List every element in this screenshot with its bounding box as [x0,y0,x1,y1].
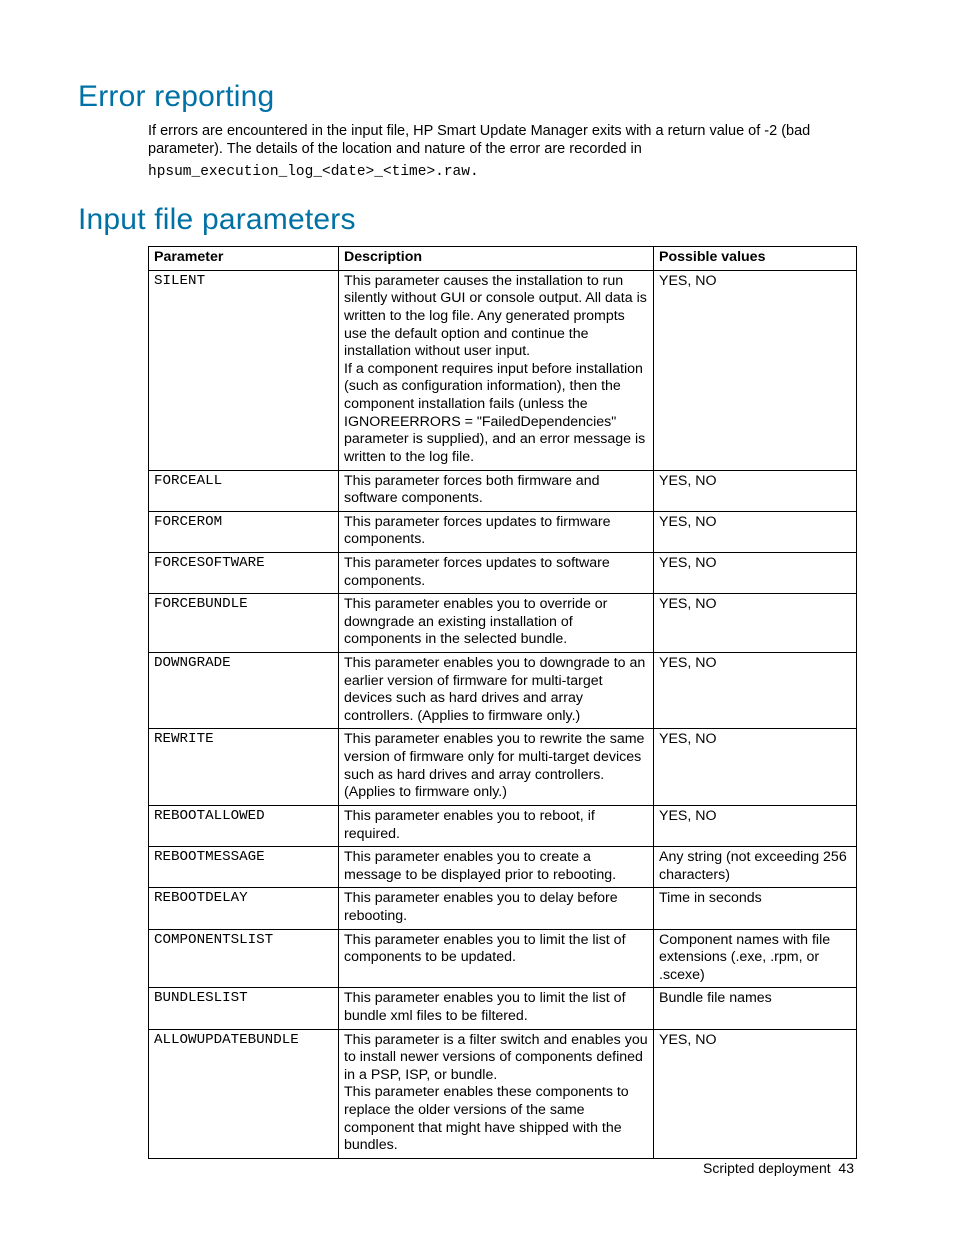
table-row: COMPONENTSLISTThis parameter enables you… [149,929,857,988]
param-description-text: This parameter enables you to override o… [344,596,648,649]
footer-page-number: 43 [838,1160,854,1176]
param-description-text: This parameter enables you to limit the … [344,932,648,967]
param-values-cell: YES, NO [654,594,857,653]
param-values-cell: YES, NO [654,1029,857,1158]
table-row: DOWNGRADEThis parameter enables you to d… [149,653,857,729]
param-description-text: If a component requires input before ins… [344,361,648,467]
table-row: REBOOTALLOWEDThis parameter enables you … [149,805,857,846]
table-row: REWRITEThis parameter enables you to rew… [149,729,857,805]
parameters-table: Parameter Description Possible values SI… [148,246,857,1159]
table-row: FORCEALLThis parameter forces both firmw… [149,470,857,511]
param-description-cell: This parameter enables you to downgrade … [339,653,654,729]
param-description-text: This parameter causes the installation t… [344,273,648,361]
param-name-cell: REWRITE [149,729,339,805]
col-header-description: Description [339,247,654,271]
param-values-cell: Time in seconds [654,888,857,929]
param-description-cell: This parameter enables you to create a m… [339,847,654,888]
table-row: ALLOWUPDATEBUNDLEThis parameter is a fil… [149,1029,857,1158]
param-name-cell: FORCEBUNDLE [149,594,339,653]
param-values-cell: YES, NO [654,729,857,805]
param-values-cell: Component names with file extensions (.e… [654,929,857,988]
param-values-cell: YES, NO [654,270,857,470]
param-description-cell: This parameter forces updates to firmwar… [339,511,654,552]
param-description-text: This parameter enables these components … [344,1084,648,1154]
param-values-cell: YES, NO [654,470,857,511]
param-values-cell: YES, NO [654,805,857,846]
param-description-text: This parameter enables you to limit the … [344,990,648,1025]
table-row: FORCEROMThis parameter forces updates to… [149,511,857,552]
param-description-cell: This parameter forces updates to softwar… [339,552,654,593]
table-row: FORCEBUNDLEThis parameter enables you to… [149,594,857,653]
param-name-cell: COMPONENTSLIST [149,929,339,988]
table-row: REBOOTDELAYThis parameter enables you to… [149,888,857,929]
heading-error-reporting: Error reporting [78,78,856,116]
param-description-text: This parameter enables you to reboot, if… [344,808,648,843]
param-description-text: This parameter is a filter switch and en… [344,1032,648,1085]
error-reporting-text: If errors are encountered in the input f… [148,123,810,158]
error-reporting-code: hpsum_execution_log_<date>_<time>.raw. [148,163,856,181]
param-description-cell: This parameter enables you to reboot, if… [339,805,654,846]
param-description-cell: This parameter is a filter switch and en… [339,1029,654,1158]
param-name-cell: BUNDLESLIST [149,988,339,1029]
param-name-cell: REBOOTMESSAGE [149,847,339,888]
param-name-cell: FORCESOFTWARE [149,552,339,593]
param-description-text: This parameter enables you to rewrite th… [344,731,648,801]
param-description-cell: This parameter forces both firmware and … [339,470,654,511]
param-description-text: This parameter forces updates to firmwar… [344,514,648,549]
param-description-cell: This parameter enables you to limit the … [339,988,654,1029]
param-values-cell: Bundle file names [654,988,857,1029]
param-name-cell: ALLOWUPDATEBUNDLE [149,1029,339,1158]
footer-text: Scripted deployment [703,1160,831,1176]
param-values-cell: YES, NO [654,511,857,552]
table-header-row: Parameter Description Possible values [149,247,857,271]
param-description-cell: This parameter enables you to override o… [339,594,654,653]
table-row: BUNDLESLISTThis parameter enables you to… [149,988,857,1029]
param-description-text: This parameter forces both firmware and … [344,473,648,508]
param-description-cell: This parameter enables you to rewrite th… [339,729,654,805]
page-footer: Scripted deployment 43 [703,1160,854,1178]
param-description-cell: This parameter enables you to limit the … [339,929,654,988]
table-row: REBOOTMESSAGEThis parameter enables you … [149,847,857,888]
col-header-possible-values: Possible values [654,247,857,271]
heading-input-file-parameters: Input file parameters [78,201,856,239]
error-reporting-paragraph: If errors are encountered in the input f… [148,122,856,159]
param-name-cell: REBOOTALLOWED [149,805,339,846]
param-name-cell: DOWNGRADE [149,653,339,729]
param-description-cell: This parameter enables you to delay befo… [339,888,654,929]
param-description-cell: This parameter causes the installation t… [339,270,654,470]
param-name-cell: SILENT [149,270,339,470]
param-description-text: This parameter enables you to delay befo… [344,890,648,925]
param-description-text: This parameter enables you to downgrade … [344,655,648,725]
table-row: FORCESOFTWAREThis parameter forces updat… [149,552,857,593]
param-name-cell: REBOOTDELAY [149,888,339,929]
param-values-cell: YES, NO [654,653,857,729]
param-name-cell: FORCEALL [149,470,339,511]
table-row: SILENTThis parameter causes the installa… [149,270,857,470]
document-page: Error reporting If errors are encountere… [0,0,954,1235]
param-description-text: This parameter forces updates to softwar… [344,555,648,590]
param-description-text: This parameter enables you to create a m… [344,849,648,884]
param-name-cell: FORCEROM [149,511,339,552]
param-values-cell: Any string (not exceeding 256 characters… [654,847,857,888]
col-header-parameter: Parameter [149,247,339,271]
param-values-cell: YES, NO [654,552,857,593]
